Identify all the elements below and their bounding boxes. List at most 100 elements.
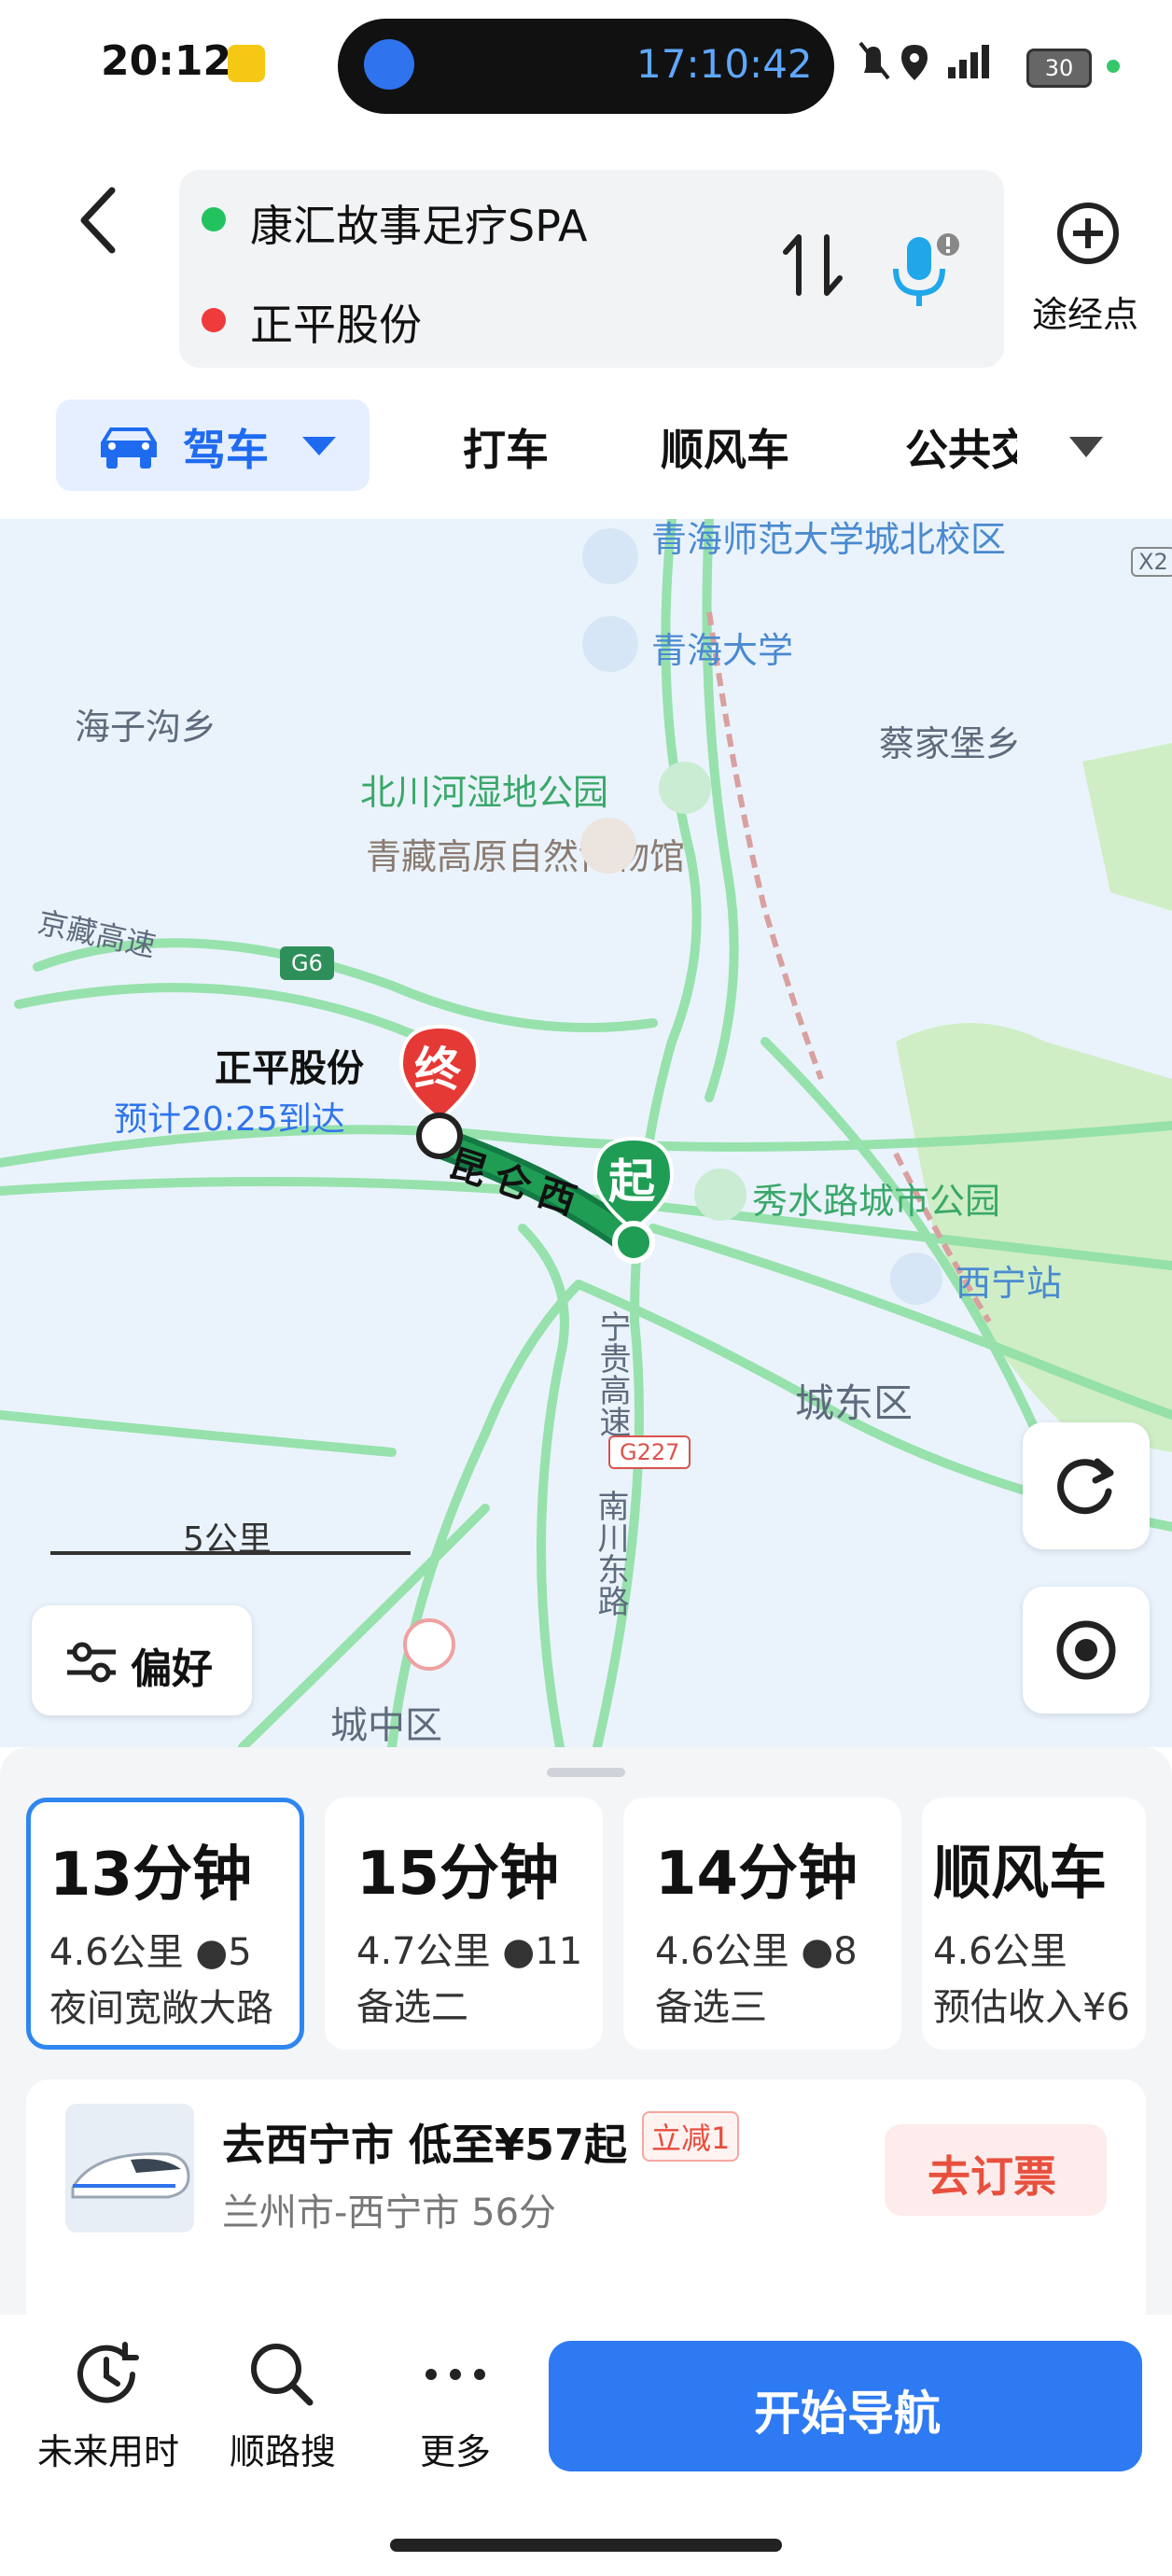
map-label-xining-station: 西宁站: [956, 1263, 1063, 1304]
traffic-light-icon: ●: [195, 1931, 229, 1974]
route-card-3[interactable]: 14分钟 4.6公里 ●8 备选三: [623, 1798, 901, 2050]
along-route-search-label[interactable]: 顺路搜: [230, 2423, 336, 2474]
end-marker-text: 终: [414, 1043, 461, 1097]
tab-drive-label: 驾车: [183, 425, 269, 475]
route-time: 13分钟: [49, 1841, 253, 1910]
route-distance: 4.6公里: [49, 1931, 184, 1974]
start-point-icon: [612, 1221, 655, 1264]
promo-badge: 立减1: [642, 2111, 740, 2162]
train-station-icon: [890, 1253, 942, 1305]
map-label-haizigou: 海子沟乡: [75, 707, 217, 748]
signal-icon: [948, 45, 989, 78]
swap-icon[interactable]: [780, 228, 845, 302]
tab-carpool[interactable]: 顺风车: [661, 416, 789, 478]
search-icon[interactable]: [244, 2337, 319, 2412]
route-note: 夜间宽敞大路: [49, 1987, 273, 2030]
location-icon: [901, 45, 928, 80]
map-label-chengdong: 城东区: [795, 1380, 914, 1426]
locate-icon: [1056, 1620, 1116, 1680]
route-card-1[interactable]: 13分钟 4.6公里 ●5 夜间宽敞大路: [26, 1798, 304, 2050]
map-label-beichuan: 北川河湿地公园: [360, 772, 609, 813]
locate-button[interactable]: [1023, 1587, 1150, 1714]
university-icon: [582, 528, 638, 584]
route-distance-lights: 4.7公里 ●11: [356, 1921, 582, 1975]
tabs-more-chevron-icon[interactable]: [1067, 433, 1105, 461]
mute-icon: [858, 41, 890, 80]
park-icon: [659, 762, 711, 814]
timer-text: 17:10:42: [636, 41, 813, 87]
road-label-ninggui: 宁贵高速: [593, 1310, 631, 1437]
clock-icon[interactable]: [71, 2337, 146, 2412]
origin-field[interactable]: 康汇故事足疗SPA: [250, 192, 587, 254]
sliders-icon: [67, 1642, 116, 1683]
route-distance: 4.7公里: [356, 1930, 491, 1973]
waypoint-label: 途经点: [1032, 294, 1139, 335]
map-label-caijiabao: 蔡家堡乡: [879, 723, 1022, 764]
status-icons: [858, 39, 1017, 94]
destination-dot-icon: [202, 308, 226, 332]
start-marker-text: 起: [608, 1155, 655, 1209]
destination-map-label: 正平股份: [215, 1047, 364, 1090]
sheet-handle[interactable]: [547, 1768, 625, 1777]
university-icon: [582, 616, 638, 672]
future-time-label[interactable]: 未来用时: [37, 2423, 179, 2474]
scale-bar: [50, 1551, 411, 1555]
route-time: 顺风车: [933, 1839, 1108, 1907]
route-distance-lights: 4.6公里 ●5: [49, 1922, 252, 1976]
museum-icon: [580, 818, 636, 874]
route-time: 14分钟: [655, 1840, 858, 1909]
route-distance: 4.6公里: [933, 1930, 1067, 1973]
route-distance: 4.6公里: [655, 1930, 789, 1973]
back-button[interactable]: [71, 183, 127, 258]
route-card-carpool[interactable]: 顺风车 4.6公里 预估收入¥6: [922, 1798, 1146, 2050]
stopwatch-icon: [364, 39, 414, 90]
tab-transit[interactable]: 公共交通: [905, 416, 1017, 478]
route-note: 预估收入¥6: [933, 1986, 1130, 2029]
start-navigation-label: 开始导航: [754, 2387, 941, 2441]
destination-field[interactable]: 正平股份: [250, 291, 422, 353]
route-lights: 5: [228, 1931, 252, 1974]
more-icon[interactable]: [418, 2337, 493, 2412]
status-time: 20:12: [101, 37, 232, 85]
refresh-icon: [1057, 1458, 1114, 1515]
route-distance-lights: 4.6公里 ●8: [655, 1921, 858, 1975]
charging-dot: [1107, 60, 1120, 73]
route-note: 备选三: [655, 1986, 767, 2029]
route-lights: 11: [535, 1930, 583, 1973]
route-card-2[interactable]: 15分钟 4.7公里 ●11 备选二: [325, 1798, 603, 2050]
tab-taxi[interactable]: 打车: [463, 416, 549, 478]
map-label-museum: 青藏高原自然博物馆: [366, 836, 686, 877]
promo-subtitle: 兰州市-西宁市 56分: [222, 2191, 557, 2234]
road-shield-g6: G6: [280, 946, 334, 980]
map-label-qhnu: 青海师范大学城北校区: [651, 519, 1007, 560]
eta-label: 预计20:25到达: [114, 1100, 345, 1139]
road-label-nanchuan: 南川东路: [592, 1490, 629, 1617]
app-notification-icon: [228, 45, 265, 82]
origin-dot-icon: [202, 207, 226, 231]
route-lights: 8: [833, 1930, 858, 1973]
road-shield-x2: X2: [1131, 547, 1172, 577]
map-label-chengzhong: 城中区: [330, 1704, 442, 1747]
battery-icon: 30: [1026, 49, 1092, 88]
end-marker-icon[interactable]: 终: [396, 1023, 483, 1126]
chevron-down-icon: [302, 437, 336, 455]
park-icon: [694, 1169, 746, 1221]
more-label[interactable]: 更多: [420, 2423, 491, 2474]
microphone-icon[interactable]: [881, 228, 965, 312]
route-note: 备选二: [356, 1986, 468, 2029]
home-indicator[interactable]: [390, 2539, 782, 2552]
map-label-qhu: 青海大学: [651, 630, 794, 671]
map-label-xiushui: 秀水路城市公园: [752, 1181, 1001, 1222]
refresh-button[interactable]: [1023, 1422, 1150, 1549]
preference-label: 偏好: [131, 1645, 213, 1693]
road-shield-g227: G227: [608, 1435, 691, 1469]
train-image: [65, 2104, 194, 2233]
no-entry-icon: [403, 1618, 455, 1671]
book-ticket-label: 去订票: [928, 2151, 1056, 2202]
promo-title: 去西宁市 低至¥57起: [222, 2120, 628, 2170]
route-time: 15分钟: [356, 1840, 560, 1909]
traffic-light-icon: ●: [801, 1930, 834, 1973]
map-view[interactable]: 青海师范大学城北校区 X2 青海大学 海子沟乡 蔡家堡乡 北川河湿地公园 青藏高…: [0, 519, 1172, 1747]
car-icon: [101, 427, 157, 469]
traffic-light-icon: ●: [502, 1930, 536, 1973]
